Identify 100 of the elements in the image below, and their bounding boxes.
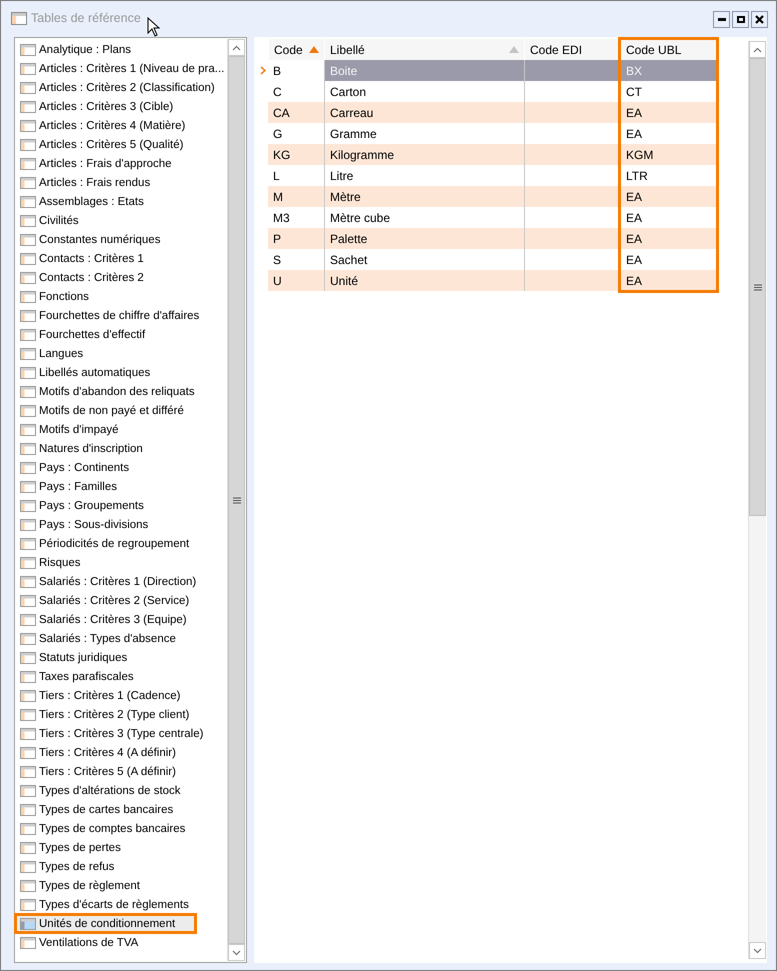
list-item[interactable]: Motifs d'impayé — [18, 420, 227, 439]
list-item[interactable]: Contacts : Critères 2 — [18, 268, 227, 287]
list-item[interactable]: Périodicités de regroupement — [18, 534, 227, 553]
table-icon — [20, 120, 36, 132]
list-item[interactable]: Analytique : Plans — [18, 40, 227, 59]
table-icon — [20, 594, 36, 606]
column-header[interactable]: Libellé — [324, 39, 524, 60]
window-title: Tables de référence — [31, 11, 141, 25]
column-header[interactable]: Code EDI — [524, 39, 620, 60]
list-item[interactable]: Langues — [18, 344, 227, 363]
close-icon — [755, 14, 764, 24]
list-item[interactable]: Unités de conditionnement — [15, 914, 196, 933]
table-icon — [20, 766, 36, 778]
table-row[interactable]: M Mètre EA — [268, 186, 718, 207]
list-item[interactable]: Types de pertes — [18, 838, 227, 857]
list-item[interactable]: Articles : Critères 1 (Niveau de pra... — [18, 59, 227, 78]
list-item[interactable]: Types de comptes bancaires — [18, 819, 227, 838]
table-cell: Boite — [330, 64, 358, 78]
list-item[interactable]: Pays : Continents — [18, 458, 227, 477]
table-cell: EA — [626, 274, 642, 288]
list-item[interactable]: Natures d'inscription — [18, 439, 227, 458]
list-item[interactable]: Civilités — [18, 211, 227, 230]
list-item[interactable]: Types de cartes bancaires — [18, 800, 227, 819]
table-icon — [20, 784, 36, 796]
table-icon — [20, 936, 36, 948]
list-item[interactable]: Pays : Groupements — [18, 496, 227, 515]
list-item[interactable]: Motifs d'abandon des reliquats — [18, 382, 227, 401]
minimize-button[interactable] — [713, 10, 730, 28]
column-header[interactable]: Code — [268, 39, 324, 60]
table-cell: Carton — [330, 84, 366, 98]
column-header[interactable]: Code UBL — [620, 39, 718, 60]
table-icon — [20, 728, 36, 740]
scrollbar[interactable] — [748, 41, 766, 959]
list-item[interactable]: Articles : Critères 5 (Qualité) — [18, 135, 227, 154]
list-item[interactable]: Fonctions — [18, 287, 227, 306]
table-cell: EA — [626, 232, 642, 246]
list-item[interactable]: Articles : Frais d'approche — [18, 154, 227, 173]
list-item[interactable]: Tiers : Critères 3 (Type centrale) — [18, 724, 227, 743]
list-item[interactable]: Assemblages : Etats — [18, 192, 227, 211]
list-item[interactable]: Pays : Sous-divisions — [18, 515, 227, 534]
list-item[interactable]: Fourchettes d'effectif — [18, 325, 227, 344]
list-item[interactable]: Types de règlement — [18, 876, 227, 895]
list-item[interactable]: Motifs de non payé et différé — [18, 401, 227, 420]
scrollbar[interactable] — [227, 39, 245, 961]
minimize-icon — [718, 18, 726, 20]
list-item[interactable]: Statuts juridiques — [18, 648, 227, 667]
list-item[interactable]: Salariés : Types d'absence — [18, 629, 227, 648]
list-item[interactable]: Articles : Frais rendus — [18, 173, 227, 192]
close-button[interactable] — [751, 10, 768, 28]
table-row[interactable]: CA Carreau EA — [268, 102, 718, 123]
list-item[interactable]: Pays : Familles — [18, 477, 227, 496]
list-item[interactable]: Articles : Critères 2 (Classification) — [18, 78, 227, 97]
table-cell: Mètre cube — [330, 210, 390, 224]
list-item[interactable]: Contacts : Critères 1 — [18, 249, 227, 268]
table-cell: P — [273, 232, 282, 246]
grip-icon[interactable] — [754, 284, 762, 290]
table-icon — [20, 822, 36, 834]
list-item[interactable]: Types d'écarts de règlements — [18, 895, 227, 914]
table-icon — [20, 670, 36, 682]
list-item[interactable]: Ventilations de TVA — [18, 933, 227, 952]
list-item[interactable]: Tiers : Critères 4 (A définir) — [18, 743, 227, 762]
table-icon — [20, 556, 36, 568]
table-icon — [20, 366, 36, 378]
list-item[interactable]: Libellés automatiques — [18, 363, 227, 382]
list-item[interactable]: Taxes parafiscales — [18, 667, 227, 686]
list-item[interactable]: Risques — [18, 553, 227, 572]
list-item[interactable]: Types de refus — [18, 857, 227, 876]
table-icon — [20, 62, 36, 74]
maximize-button[interactable] — [732, 10, 749, 28]
table-icon — [20, 158, 36, 170]
current-row-icon — [260, 66, 266, 75]
table-icon — [20, 538, 36, 550]
list-item[interactable]: Constantes numériques — [18, 230, 227, 249]
list-item[interactable]: Tiers : Critères 1 (Cadence) — [18, 686, 227, 705]
table-cell: Palette — [330, 232, 368, 246]
table-icon — [20, 462, 36, 474]
list-item[interactable]: Tiers : Critères 5 (A définir) — [18, 762, 227, 781]
table-cell: EA — [626, 126, 642, 140]
table-row[interactable]: KG Kilogramme KGM — [268, 144, 718, 165]
table-cell: U — [273, 274, 282, 288]
grip-icon[interactable] — [232, 496, 240, 504]
table-row[interactable]: U Unité EA — [268, 270, 718, 291]
list-item[interactable]: Salariés : Critères 3 (Equipe) — [18, 610, 227, 629]
table-row[interactable]: P Palette EA — [268, 228, 718, 249]
list-item[interactable]: Tiers : Critères 2 (Type client) — [18, 705, 227, 724]
table-icon — [20, 918, 36, 930]
list-item[interactable]: Salariés : Critères 2 (Service) — [18, 591, 227, 610]
list-item[interactable]: Types d'altérations de stock — [18, 781, 227, 800]
table-cell: S — [273, 252, 282, 266]
table-row[interactable]: B Boite BX — [268, 60, 718, 81]
table-icon — [20, 746, 36, 758]
list-item[interactable]: Salariés : Critères 1 (Direction) — [18, 572, 227, 591]
table-icon — [20, 804, 36, 816]
table-icon — [20, 138, 36, 150]
list-item[interactable]: Fourchettes de chiffre d'affaires — [18, 306, 227, 325]
list-item[interactable]: Articles : Critères 3 (Cible) — [18, 97, 227, 116]
table-icon — [20, 176, 36, 188]
table-icon — [20, 348, 36, 360]
list-item[interactable]: Articles : Critères 4 (Matière) — [18, 116, 227, 135]
table-icon — [20, 842, 36, 854]
